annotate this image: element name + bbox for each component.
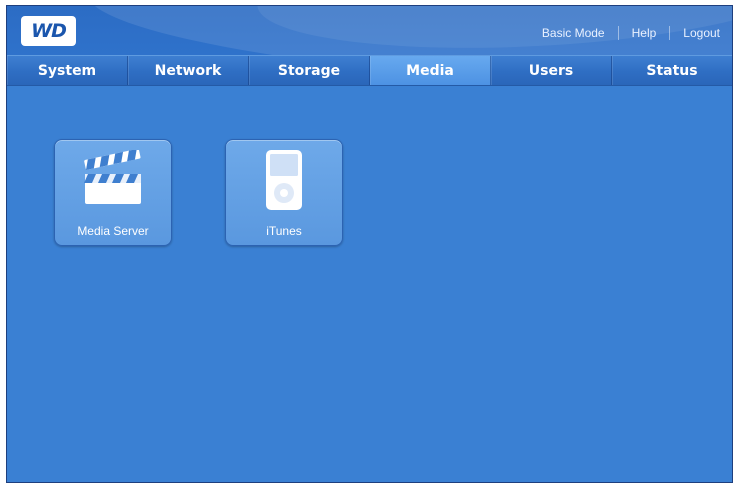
tab-status[interactable]: Status bbox=[612, 56, 732, 85]
content-area: Media Server iTunes bbox=[7, 86, 732, 482]
basic-mode-link[interactable]: Basic Mode bbox=[542, 26, 605, 40]
clapperboard-icon bbox=[84, 150, 141, 204]
itunes-tile[interactable]: iTunes bbox=[225, 139, 343, 246]
tab-media[interactable]: Media bbox=[370, 56, 491, 85]
header-bar: WD Basic Mode Help Logout bbox=[7, 6, 732, 55]
link-separator bbox=[617, 26, 619, 40]
main-nav: System Network Storage Media Users Statu… bbox=[7, 55, 732, 86]
tab-storage[interactable]: Storage bbox=[249, 56, 370, 85]
wd-logo[interactable]: WD bbox=[21, 16, 76, 46]
header-links: Basic Mode Help Logout bbox=[542, 26, 720, 40]
tab-system[interactable]: System bbox=[7, 56, 128, 85]
media-server-tile[interactable]: Media Server bbox=[54, 139, 172, 246]
itunes-label: iTunes bbox=[266, 224, 302, 238]
ipod-icon bbox=[266, 150, 302, 210]
media-server-label: Media Server bbox=[77, 224, 149, 238]
tab-users[interactable]: Users bbox=[491, 56, 612, 85]
link-separator bbox=[669, 26, 671, 40]
help-link[interactable]: Help bbox=[632, 26, 657, 40]
logout-link[interactable]: Logout bbox=[683, 26, 720, 40]
app-window: WD Basic Mode Help Logout System Network… bbox=[6, 5, 733, 483]
logo-text: WD bbox=[31, 20, 67, 42]
tab-network[interactable]: Network bbox=[128, 56, 249, 85]
